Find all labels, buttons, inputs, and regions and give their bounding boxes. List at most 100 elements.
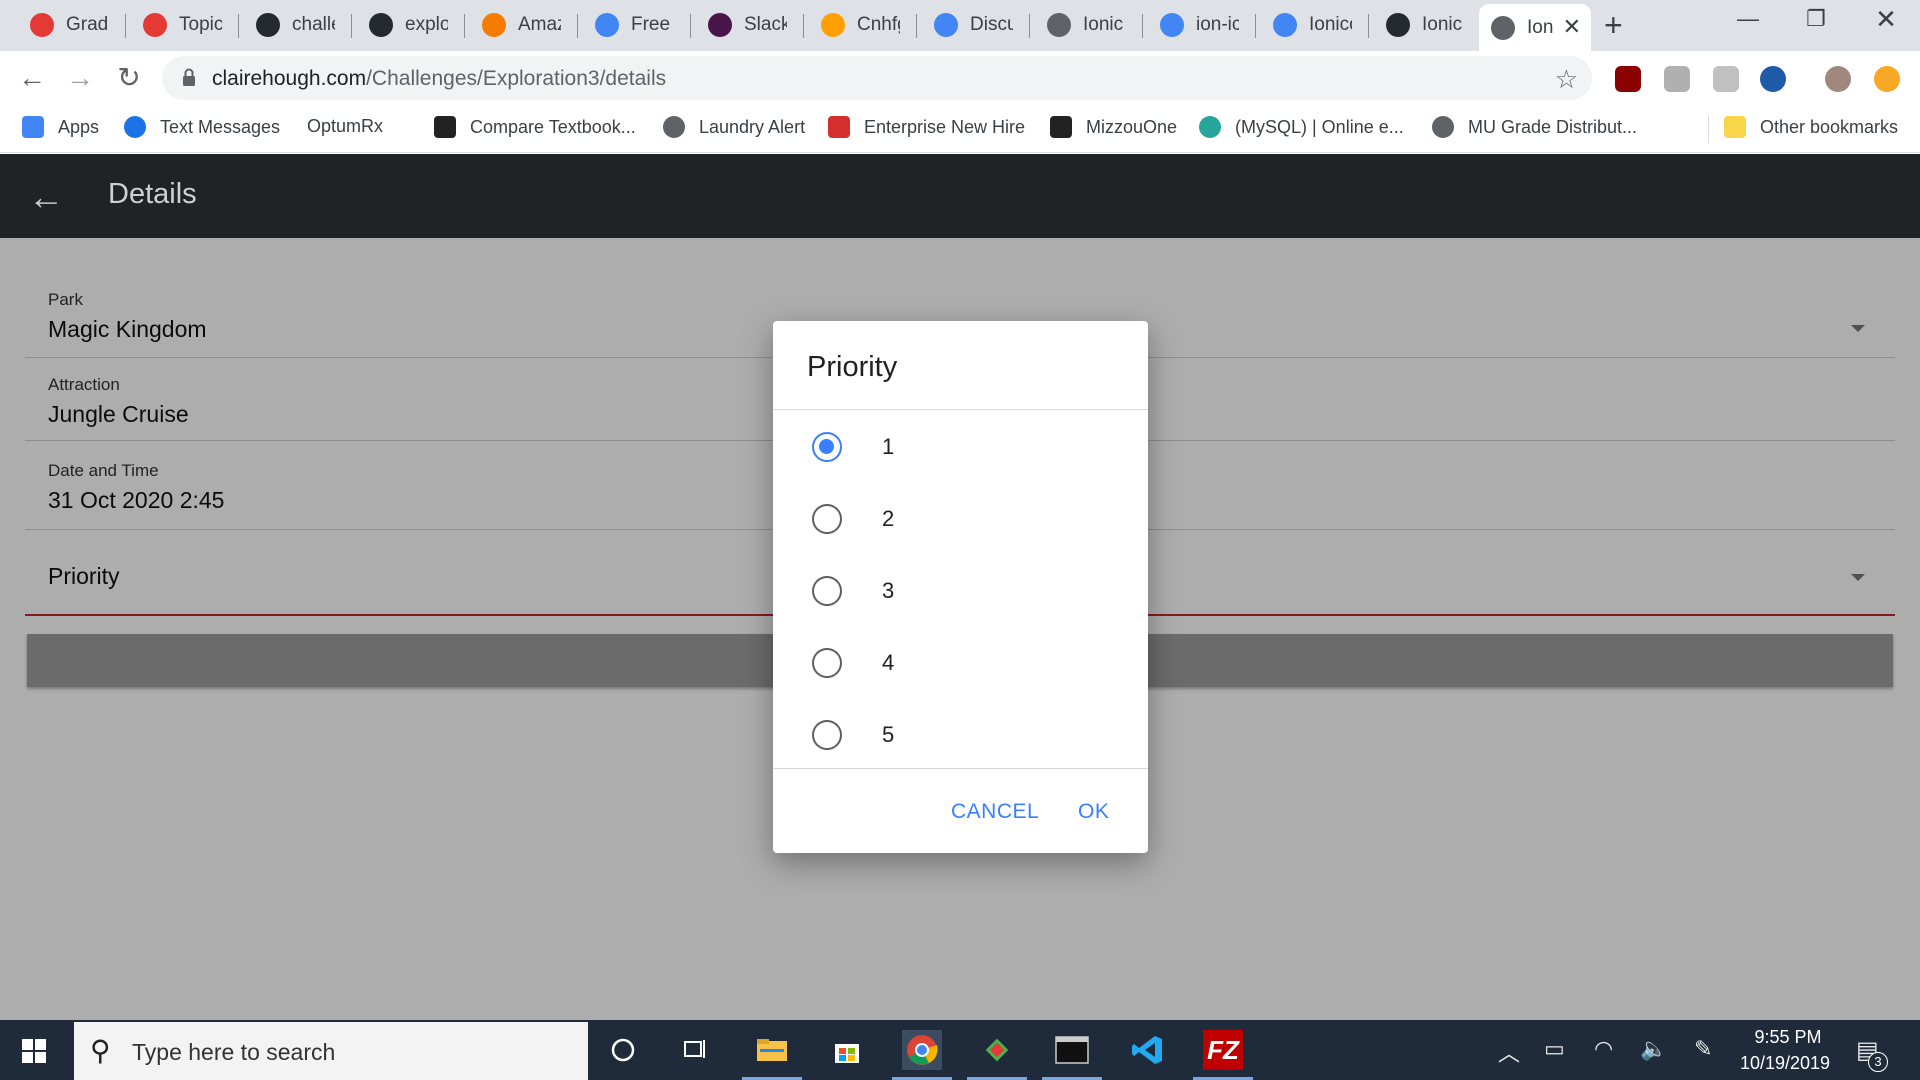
bookmark-label: Other bookmarks [1760,116,1899,137]
bookmark-item[interactable]: MizzouOne [1050,116,1177,138]
close-tab-icon[interactable]: ✕ [1563,14,1581,40]
tab-separator [1029,14,1030,38]
bookmark-label: Compare Textbook... [470,116,636,137]
clock-date[interactable]: 10/19/2019 [1735,1053,1835,1074]
radio-button[interactable] [812,648,842,678]
git-client-icon[interactable] [977,1030,1017,1070]
tab-title: Ionic A [1083,14,1126,35]
bookmark-item[interactable]: Other bookmarks [1724,116,1898,138]
battery-icon[interactable]: ▭ [1544,1036,1565,1062]
radio-button[interactable] [812,720,842,750]
restore-button[interactable]: ❐ [1796,6,1836,32]
new-tab-button[interactable]: + [1604,8,1623,42]
bookmark-label: Enterprise New Hire [864,116,1026,137]
back-button[interactable]: ← [14,61,50,95]
taskbar-search-box[interactable]: ⚲ Type here to search [74,1022,588,1080]
browser-tab[interactable]: ion-ico [1148,6,1239,44]
browser-tab[interactable]: explor [357,6,448,44]
cancel-button[interactable]: CANCEL [951,800,1039,824]
ublock-extension-icon[interactable] [1615,66,1641,92]
pen-icon[interactable]: ✎ [1694,1036,1712,1062]
update-icon[interactable] [1874,66,1900,92]
bookmark-label: MizzouOne [1086,116,1178,137]
tab-separator [916,14,917,38]
browser-tab[interactable]: Free M [583,6,674,44]
github-icon [1386,13,1410,37]
bookmarks-divider [1708,115,1709,143]
clock-time[interactable]: 9:55 PM [1748,1027,1828,1048]
tab-title: Slack | [744,14,787,35]
minimize-button[interactable]: — [1728,6,1768,32]
radio-button[interactable] [812,504,842,534]
back-arrow-icon[interactable]: ← [28,176,64,218]
bookmark-item[interactable]: Apps [22,116,99,138]
dialog-title: Priority [807,351,898,383]
address-bar[interactable]: clairehough.com/Challenges/Exploration3/… [162,56,1592,100]
mizzou-icon [1050,116,1072,138]
radio-option[interactable]: 1 [773,411,1148,483]
radio-option[interactable]: 2 [773,483,1148,555]
red-gear-icon [30,13,54,37]
chrome-icon[interactable] [902,1030,942,1070]
browser-tab[interactable]: Ion ✕ [1479,4,1591,51]
cortana-icon[interactable] [603,1030,643,1070]
radio-option[interactable]: 5 [773,699,1148,771]
bookmark-star-icon[interactable]: ☆ [1555,64,1578,95]
bookmark-item[interactable]: OptumRx [307,116,383,137]
tab-separator [125,14,126,38]
messages-icon [124,116,146,138]
bookmark-label: Apps [58,116,100,137]
wifi-icon[interactable]: ◠ [1594,1036,1613,1062]
bookmark-item[interactable]: Compare Textbook... [434,116,636,138]
browser-tab[interactable]: Ionic I [1374,6,1465,44]
browser-tab[interactable]: Topic: [131,6,222,44]
browser-tab[interactable]: Amazo [470,6,561,44]
vscode-icon[interactable] [1128,1030,1168,1070]
ok-button[interactable]: OK [1078,800,1109,824]
mizzou-icon [434,116,456,138]
tab-separator [464,14,465,38]
radio-button[interactable] [812,432,842,462]
volume-icon[interactable]: 🔈 [1640,1036,1667,1062]
extension-icon[interactable] [1664,66,1690,92]
radio-option[interactable]: 4 [773,627,1148,699]
cast-extension-icon[interactable] [1713,66,1739,92]
store-icon[interactable] [827,1030,867,1070]
tab-title: Topic: [179,14,222,35]
browser-tab[interactable]: Ionico [1261,6,1352,44]
browser-tab[interactable]: Slack | [696,6,787,44]
filezilla-icon[interactable]: FZ [1203,1030,1243,1070]
bookmark-item[interactable]: (MySQL) | Online e... [1199,116,1404,138]
radio-button[interactable] [812,576,842,606]
profile-avatar[interactable] [1825,66,1851,92]
reload-button[interactable]: ↻ [111,61,147,95]
mysql-icon [1199,116,1221,138]
url-host: clairehough.com [212,67,367,90]
terminal-icon[interactable] [1052,1030,1092,1070]
bookmark-label: Text Messages [160,116,281,137]
browser-tab[interactable]: challe [244,6,335,44]
bookmark-item[interactable]: Text Messages [124,116,280,138]
tab-title: Cnhfg [857,14,900,35]
bookmark-item[interactable]: Enterprise New Hire [828,116,1025,138]
chrome-blue-icon [595,13,619,37]
tab-title: Ionico [1309,14,1352,35]
forward-button[interactable]: → [62,61,98,95]
file-explorer-icon[interactable] [752,1030,792,1070]
blue-extension-icon[interactable] [1760,66,1786,92]
browser-tab[interactable]: Cnhfg [809,6,900,44]
url-path: /Challenges/Exploration3/details [366,67,667,90]
windows-start-icon[interactable] [22,1039,46,1063]
bookmark-item[interactable]: Laundry Alert [663,116,805,138]
close-window-button[interactable]: ✕ [1866,4,1906,35]
radio-option[interactable]: 3 [773,555,1148,627]
browser-tab[interactable]: Ionic A [1035,6,1126,44]
tray-chevron-icon[interactable]: ︿ [1498,1036,1520,1068]
red-gear-icon [143,13,167,37]
browser-tab[interactable]: Grade [18,6,109,44]
tab-title: Grade [66,14,109,35]
browser-tab[interactable]: Discus [922,6,1013,44]
tab-title: explor [405,14,448,35]
bookmark-item[interactable]: MU Grade Distribut... [1432,116,1637,138]
task-view-icon[interactable] [676,1030,716,1070]
